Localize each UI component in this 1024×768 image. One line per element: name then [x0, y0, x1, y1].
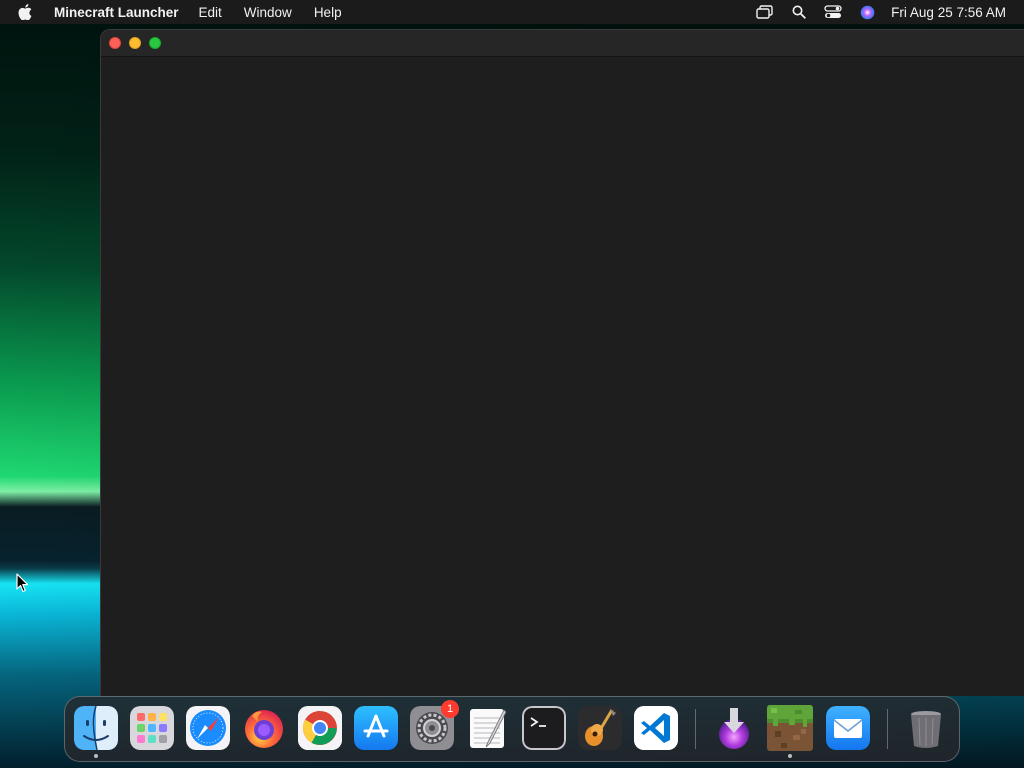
dock-item-trash[interactable] [903, 705, 949, 751]
apple-menu-icon[interactable] [18, 4, 36, 20]
dock-item-launchpad[interactable] [129, 705, 175, 751]
mail-icon [826, 706, 870, 750]
menubar-status-area: Fri Aug 25 7:56 AM [741, 4, 1024, 20]
finder-icon [74, 706, 118, 750]
dock-item-terminal[interactable] [521, 705, 567, 751]
dock-item-mail[interactable] [825, 705, 871, 751]
dock-item-vscode[interactable] [633, 705, 679, 751]
dock-item-downloads[interactable] [711, 705, 757, 751]
textedit-icon [466, 706, 510, 750]
menu-bar: Minecraft Launcher Edit Window Help Fri … [0, 0, 1024, 24]
chrome-icon [298, 706, 342, 750]
garageband-icon [578, 706, 622, 750]
dock-separator [695, 709, 696, 749]
menu-help[interactable]: Help [314, 5, 342, 20]
safari-icon [186, 706, 230, 750]
launchpad-icon [130, 706, 174, 750]
vscode-icon [634, 706, 678, 750]
dock-item-textedit[interactable] [465, 705, 511, 751]
window-minimize-button[interactable] [129, 37, 141, 49]
dock-separator [887, 709, 888, 749]
dock-item-system-settings[interactable]: 1 [409, 700, 459, 751]
terminal-icon [522, 706, 566, 750]
dock-item-firefox[interactable] [241, 705, 287, 751]
spotlight-search-icon[interactable] [789, 4, 809, 20]
app-store-icon [354, 706, 398, 750]
mouse-cursor-icon [16, 573, 30, 593]
control-center-icon[interactable] [823, 4, 843, 20]
dock-item-safari[interactable] [185, 705, 231, 751]
notification-badge: 1 [441, 700, 459, 718]
menu-app-name[interactable]: Minecraft Launcher [54, 5, 179, 20]
window-titlebar[interactable] [101, 30, 1024, 57]
window-switcher-icon[interactable] [755, 4, 775, 20]
minecraft-launcher-window [100, 29, 1024, 696]
dock-item-app-store[interactable] [353, 705, 399, 751]
running-indicator [94, 754, 98, 758]
trash-icon [904, 706, 948, 750]
running-indicator [788, 754, 792, 758]
dock: 1 [64, 696, 960, 762]
downloads-icon [712, 706, 756, 750]
minecraft-icon [767, 705, 813, 751]
dock-item-finder[interactable] [73, 705, 119, 758]
siri-icon[interactable] [857, 4, 877, 20]
menu-window[interactable]: Window [244, 5, 292, 20]
dock-item-minecraft-launcher[interactable] [767, 705, 813, 758]
window-content-area [101, 57, 1024, 696]
window-maximize-button[interactable] [149, 37, 161, 49]
dock-item-chrome[interactable] [297, 705, 343, 751]
dock-item-garageband[interactable] [577, 705, 623, 751]
menubar-clock[interactable]: Fri Aug 25 7:56 AM [891, 5, 1006, 20]
firefox-icon [242, 706, 286, 750]
window-close-button[interactable] [109, 37, 121, 49]
menu-edit[interactable]: Edit [199, 5, 222, 20]
